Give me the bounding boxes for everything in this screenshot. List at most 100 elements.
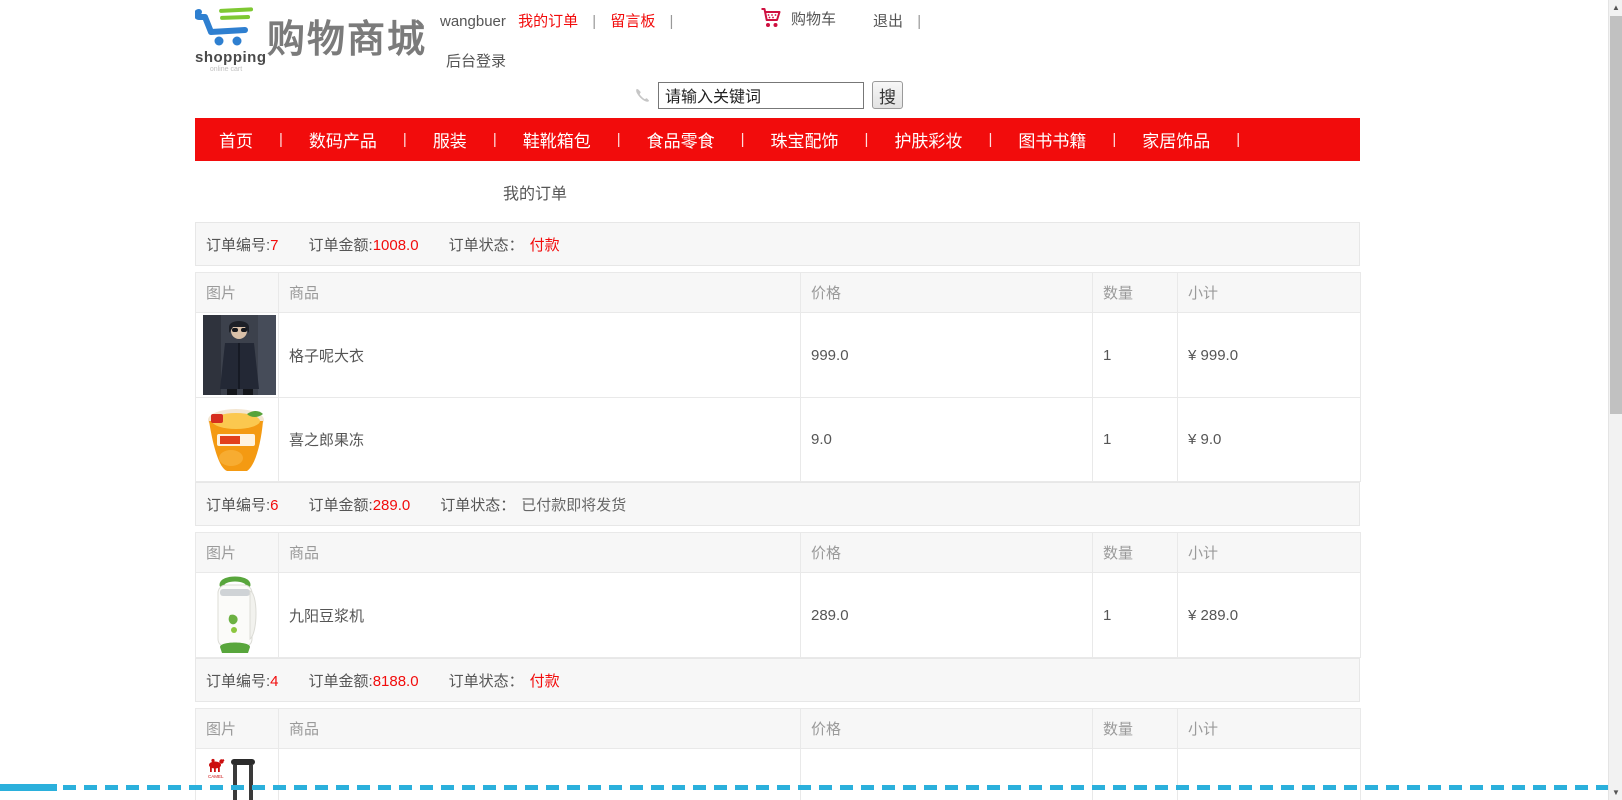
product-name[interactable]: 格子呢大衣 [289, 348, 364, 365]
nav-item-shoes-bags[interactable]: 鞋靴箱包 [523, 127, 591, 152]
product-name[interactable]: 九阳豆浆机 [289, 608, 364, 625]
col-quantity: 数量 [1093, 709, 1178, 749]
search-button[interactable]: 搜 [872, 81, 903, 109]
product-name[interactable]: 喜之郎果冻 [289, 432, 364, 449]
cart-label: 购物车 [791, 8, 836, 29]
nav-item-skincare[interactable]: 护肤彩妆 [894, 127, 962, 152]
nav-separator: | [493, 131, 497, 148]
site-logo[interactable]: shopping online cart 购物商城 [195, 6, 427, 73]
product-row: 九阳豆浆机 289.0 1 ¥ 289.0 [196, 573, 1361, 658]
scrollbar-thumb[interactable] [1610, 16, 1622, 414]
order-section: 订单编号:4 订单金额:8188.0 订单状态：付款 图片 商品 价格 数量 小… [195, 658, 1360, 800]
nav-separator: | [865, 131, 869, 148]
col-product: 商品 [279, 273, 801, 313]
order-items-table: 图片 商品 价格 数量 小计 [195, 532, 1361, 658]
my-orders-link[interactable]: 我的订单 [518, 13, 578, 30]
nav-item-digital[interactable]: 数码产品 [309, 127, 377, 152]
main-nav-wrap: 首页 | 数码产品 | 服装 | 鞋靴箱包 | 食品零食 | 珠宝配饰 | 护肤彩妆 | 图书… [195, 118, 1360, 161]
product-qty: 1 [1093, 573, 1178, 658]
order-amount-label: 订单金额: [309, 497, 373, 514]
product-price: 9.0 [801, 398, 1093, 482]
order-header: 订单编号:4 订单金额:8188.0 订单状态： 付款 [195, 658, 1360, 702]
page-title: 我的订单 [195, 180, 875, 204]
col-product: 商品 [279, 533, 801, 573]
jelly-image[interactable] [203, 406, 269, 474]
nav-item-snacks[interactable]: 食品零食 [647, 127, 715, 152]
svg-text:CAMEL: CAMEL [208, 774, 224, 779]
scrollbar-up-arrow[interactable]: ▲ [1609, 3, 1622, 12]
nav-item-home-decor[interactable]: 家居饰品 [1142, 127, 1210, 152]
nav-item-books[interactable]: 图书书籍 [1018, 127, 1086, 152]
search-input[interactable] [658, 82, 864, 109]
table-header-row: 图片 商品 价格 数量 小计 [196, 273, 1361, 313]
order-items-table: 图片 商品 价格 数量 小计 [195, 272, 1361, 482]
order-status-label: 订单状态： [440, 497, 515, 514]
col-quantity: 数量 [1093, 273, 1178, 313]
pay-link[interactable]: 付款 [530, 237, 560, 254]
soymilk-image[interactable] [212, 575, 264, 655]
col-quantity: 数量 [1093, 533, 1178, 573]
col-price: 价格 [801, 533, 1093, 573]
product-subtotal: ¥ 9.0 [1178, 398, 1361, 482]
page-container: shopping online cart 购物商城 wangbuer 我的订单 … [195, 0, 1360, 800]
search-bar: 搜 [633, 80, 903, 110]
title-row: 我的订单 [195, 161, 1360, 222]
logo-word: shopping [195, 49, 257, 66]
order-no-value: 6 [270, 497, 278, 514]
shopping-cart-logo-icon: shopping online cart [195, 6, 257, 73]
nav-item-home[interactable]: 首页 [219, 127, 253, 152]
logout-row: 退出 | [873, 10, 931, 31]
col-price: 价格 [801, 709, 1093, 749]
order-no-label: 订单编号: [206, 237, 270, 254]
message-board-link[interactable]: 留言板 [610, 13, 655, 30]
nav-item-clothing[interactable]: 服装 [433, 127, 467, 152]
order-section: 订单编号:6 订单金额:289.0 订单状态：已付款即将发货 图片 商品 价格 … [195, 482, 1360, 658]
order-amount-value: 1008.0 [373, 237, 419, 254]
product-qty: 1 [1093, 398, 1178, 482]
site-title: 购物商城 [267, 8, 427, 63]
product-row: 喜之郎果冻 9.0 1 ¥ 9.0 [196, 398, 1361, 482]
product-price: 289.0 [801, 573, 1093, 658]
cart-link[interactable]: 购物车 [758, 6, 836, 30]
order-amount-label: 订单金额: [309, 673, 373, 690]
luggage-image[interactable]: CAMEL [203, 751, 263, 800]
order-header: 订单编号:6 订单金额:289.0 订单状态：已付款即将发货 [195, 482, 1360, 526]
marquee-dashed-line [0, 785, 1608, 790]
vertical-scrollbar[interactable]: ▲ ▼ [1608, 0, 1622, 800]
col-subtotal: 小计 [1178, 709, 1361, 749]
nav-separator: | [279, 131, 283, 148]
nav-separator: | [741, 131, 745, 148]
order-amount-value: 8188.0 [373, 673, 419, 690]
order-no-label: 订单编号: [206, 497, 270, 514]
col-subtotal: 小计 [1178, 533, 1361, 573]
nav-item-jewelry[interactable]: 珠宝配饰 [771, 127, 839, 152]
separator: | [592, 13, 596, 30]
main-nav: 首页 | 数码产品 | 服装 | 鞋靴箱包 | 食品零食 | 珠宝配饰 | 护肤彩妆 | 图书… [195, 118, 1360, 161]
scrollbar-down-arrow[interactable]: ▼ [1609, 788, 1622, 797]
phone-icon [633, 86, 652, 105]
user-links-row: wangbuer 我的订单 | 留言板 | [440, 10, 683, 31]
nav-separator: | [988, 131, 992, 148]
product-subtotal: ¥ 999.0 [1178, 313, 1361, 398]
order-status-label: 订单状态： [449, 237, 524, 254]
product-subtotal: ¥ 289.0 [1178, 573, 1361, 658]
nav-separator: | [1236, 131, 1240, 148]
order-status-label: 订单状态： [449, 673, 524, 690]
nav-separator: | [1112, 131, 1116, 148]
order-no-value: 4 [270, 673, 278, 690]
order-no-value: 7 [270, 237, 278, 254]
logout-link[interactable]: 退出 [873, 13, 903, 30]
coat-image[interactable] [203, 315, 276, 395]
pay-link[interactable]: 付款 [530, 673, 560, 690]
product-row: 格子呢大衣 999.0 1 ¥ 999.0 [196, 313, 1361, 398]
order-no-label: 订单编号: [206, 673, 270, 690]
col-image: 图片 [196, 533, 279, 573]
username: wangbuer [440, 13, 506, 30]
admin-login-link[interactable]: 后台登录 [446, 50, 506, 71]
separator: | [917, 13, 921, 30]
cart-icon [758, 6, 783, 30]
col-image: 图片 [196, 709, 279, 749]
col-subtotal: 小计 [1178, 273, 1361, 313]
order-amount-label: 订单金额: [309, 237, 373, 254]
nav-separator: | [617, 131, 621, 148]
